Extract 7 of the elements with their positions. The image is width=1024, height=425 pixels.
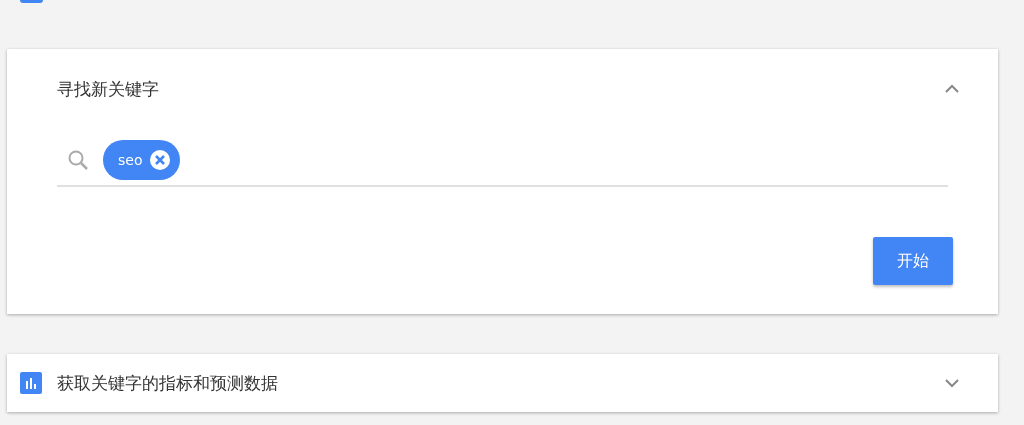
panel-title: 寻找新关键字 bbox=[57, 77, 160, 101]
panel-title: 获取关键字的指标和预测数据 bbox=[57, 371, 279, 395]
start-button[interactable]: 开始 bbox=[873, 237, 953, 285]
remove-icon[interactable] bbox=[150, 150, 171, 170]
keyword-field[interactable]: seo bbox=[57, 135, 948, 187]
keyword-chip[interactable]: seo bbox=[103, 140, 181, 180]
search-icon bbox=[67, 149, 89, 171]
